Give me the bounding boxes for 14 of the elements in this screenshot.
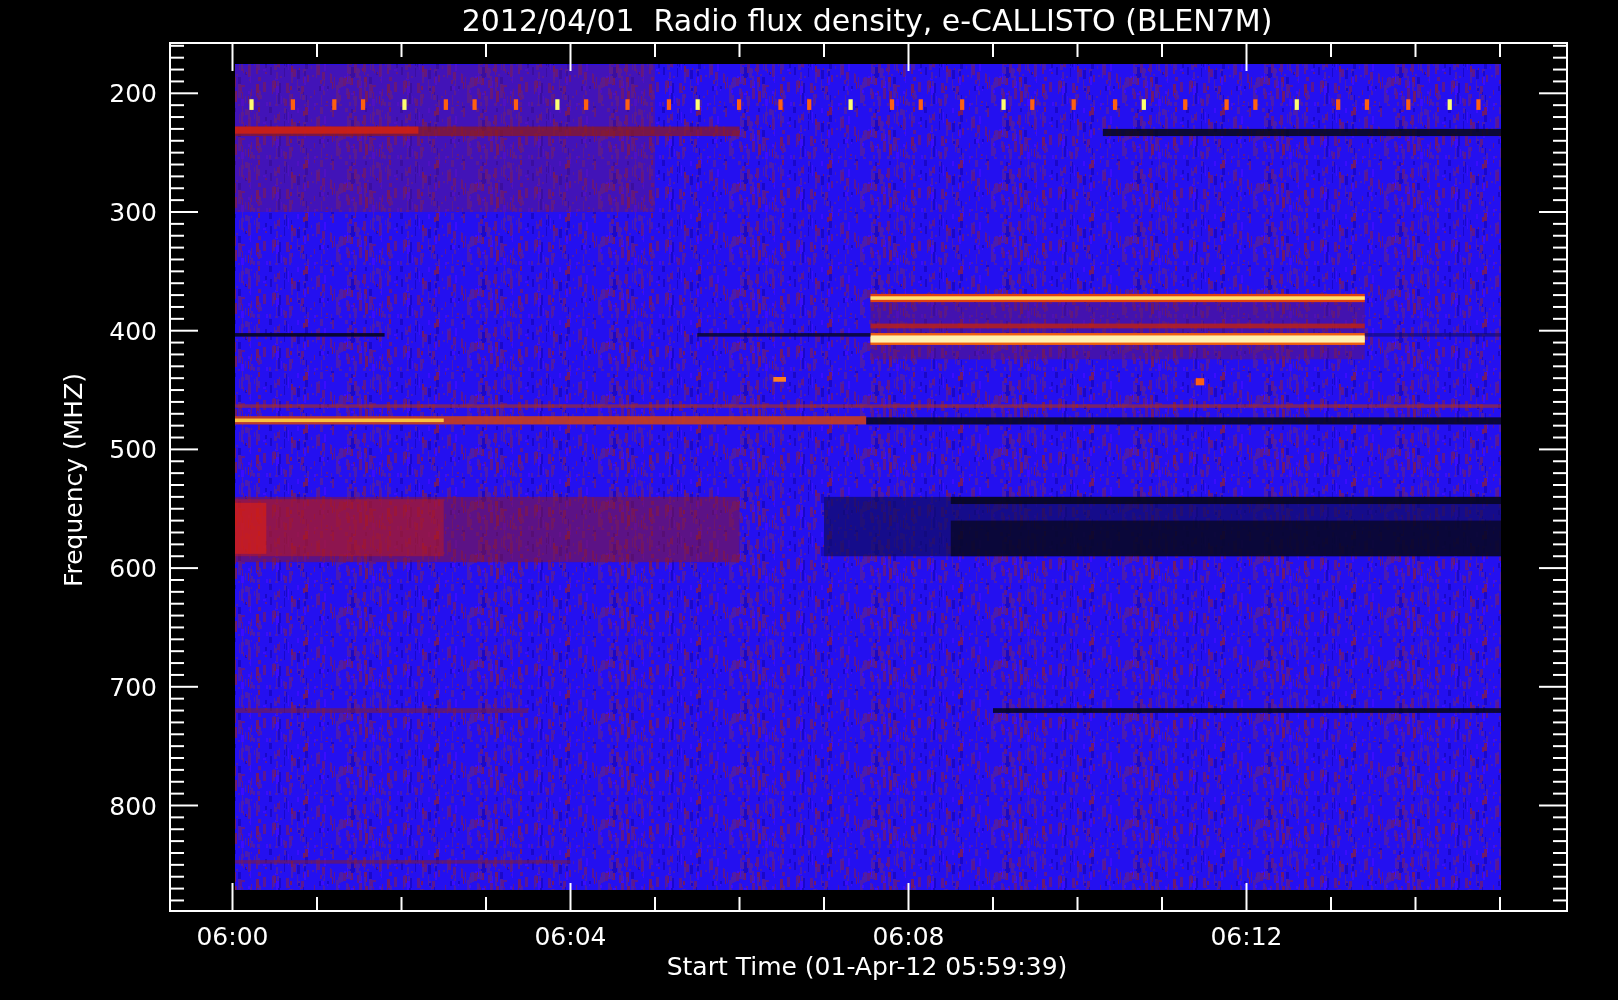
chart-title: 2012/04/01 Radio flux density, e-CALLISTO (BLEN7M) xyxy=(461,3,1273,38)
axis-tick-label: 700 xyxy=(109,672,157,702)
axis-tick-label: 300 xyxy=(109,198,157,227)
axis-label: Start Time (01-Apr-12 05:59:39) xyxy=(666,952,1068,981)
axis-tick-label: 200 xyxy=(109,79,157,109)
axis-tick-label: 500 xyxy=(109,435,157,465)
axis-tick-label: 600 xyxy=(109,554,157,584)
axis-tick-label: 06:00 xyxy=(196,922,269,951)
axis-tick-label: 06:04 xyxy=(534,922,607,951)
axis-tick-label: 800 xyxy=(109,791,157,821)
axis-label: Frequency (MHZ) xyxy=(59,372,88,588)
axis-tick-label: 06:08 xyxy=(872,922,945,951)
axis-tick-label: 06:12 xyxy=(1210,922,1283,951)
axis-tick-label: 400 xyxy=(109,316,157,346)
